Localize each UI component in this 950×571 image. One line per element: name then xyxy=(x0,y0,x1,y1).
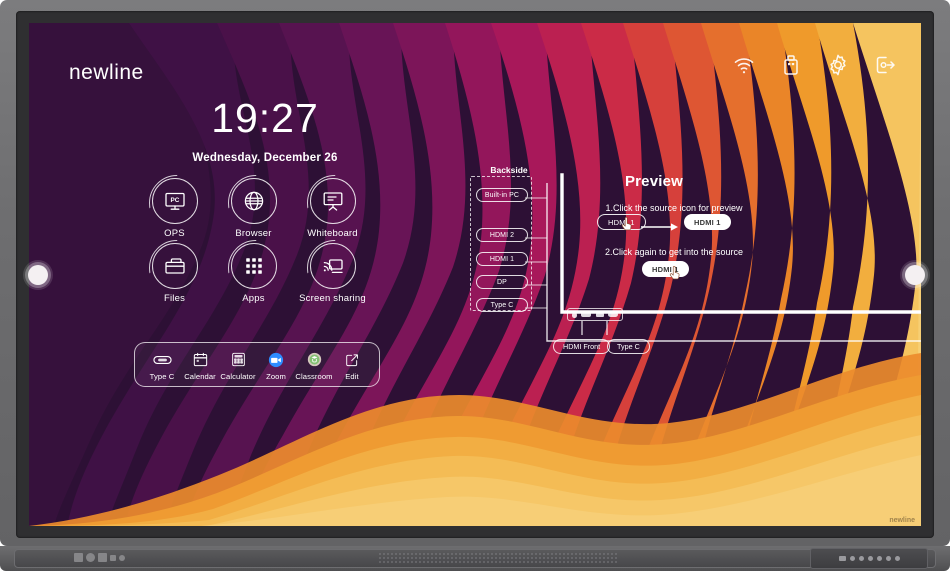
power-icon xyxy=(572,311,578,318)
front-port-strip xyxy=(567,308,623,321)
wifi-icon[interactable] xyxy=(732,53,756,77)
newline-display-device: newline 19:27 Wednesday, December 26 PC … xyxy=(0,0,950,571)
app-label: Files xyxy=(163,293,186,304)
screen-area: newline 19:27 Wednesday, December 26 PC … xyxy=(29,23,921,526)
app-label: Apps xyxy=(242,293,265,304)
dock-label: Edit xyxy=(345,372,359,381)
tap-hand-icon xyxy=(621,217,632,231)
source-pill-hdmi-1[interactable]: HDMI 1 xyxy=(476,252,528,266)
preview-step2-text: 2.Click again to get into the source xyxy=(604,247,744,257)
app-screen-sharing[interactable]: Screen sharing xyxy=(293,243,372,304)
clock-date: Wednesday, December 26 xyxy=(192,152,338,164)
app-files[interactable]: Files xyxy=(135,243,214,304)
dock-item-zoom[interactable]: Zoom xyxy=(257,350,295,381)
control-key-4[interactable] xyxy=(867,556,873,561)
dock-item-classroom[interactable]: Classroom xyxy=(295,350,333,381)
backside-title: Backside xyxy=(490,165,528,175)
preview-source-pill-enter[interactable]: HDMI 1 xyxy=(642,261,689,277)
edit-pencil-icon xyxy=(333,350,371,369)
app-apps[interactable]: Apps xyxy=(214,243,293,304)
ops-pc-icon: PC xyxy=(164,192,185,210)
app-ring xyxy=(309,178,356,224)
status-icon-bar xyxy=(732,53,897,77)
control-key-3[interactable] xyxy=(858,556,864,561)
speaker-grille xyxy=(378,552,618,564)
app-label: Whiteboard xyxy=(307,228,358,239)
whiteboard-icon xyxy=(323,192,342,211)
app-label: Browser xyxy=(235,228,272,239)
source-pill-built-in-pc[interactable]: Built-in PC xyxy=(476,188,528,202)
bottom-indicator-icons xyxy=(74,553,125,562)
front-pill-hdmi-front[interactable]: HDMI Front xyxy=(553,339,611,354)
app-ring xyxy=(309,243,356,289)
dock-label: Zoom xyxy=(266,372,286,381)
clock-time: 19:27 xyxy=(211,95,319,141)
control-key-7[interactable] xyxy=(894,556,900,561)
front-pill-type-c[interactable]: Type C xyxy=(607,339,650,354)
dock-item-edit[interactable]: Edit xyxy=(333,350,371,381)
usb-drive-icon[interactable] xyxy=(779,53,803,77)
control-key-5[interactable] xyxy=(876,556,882,561)
app-browser[interactable]: Browser xyxy=(214,178,293,239)
control-key-2[interactable] xyxy=(849,556,855,561)
dock-label: Calculator xyxy=(220,372,256,381)
calculator-icon xyxy=(219,350,257,369)
source-pill-type-c[interactable]: Type C xyxy=(476,298,528,312)
control-key-1[interactable] xyxy=(838,556,846,561)
dock-bar: Type C Calendar Calculator Zoom Classroo… xyxy=(134,342,380,387)
app-launcher-grid: PC OPS Browser Whiteboard Files Apps Scr… xyxy=(135,178,372,304)
control-key-6[interactable] xyxy=(885,556,891,561)
hdmi-port-icon xyxy=(581,312,592,317)
front-control-panel[interactable] xyxy=(810,548,928,569)
dock-label: Calendar xyxy=(184,372,216,381)
calendar-icon xyxy=(181,350,219,369)
zoom-camera-icon xyxy=(257,350,295,369)
dock-item-calculator[interactable]: Calculator xyxy=(219,350,257,381)
clock-widget: 19:27 Wednesday, December 26 xyxy=(135,95,395,165)
dock-item-type-c[interactable]: Type C xyxy=(143,350,181,381)
app-whiteboard[interactable]: Whiteboard xyxy=(293,178,372,239)
dock-label: Classroom xyxy=(295,372,333,381)
side-button-left[interactable] xyxy=(28,265,48,285)
preview-title: Preview xyxy=(624,173,684,190)
preview-arrow-icon xyxy=(641,223,678,231)
app-ring: PC xyxy=(151,178,198,224)
dock-label: Type C xyxy=(149,372,175,381)
indicator-icon-1 xyxy=(74,553,83,562)
app-label: OPS xyxy=(164,228,185,239)
usb-port-icon xyxy=(595,312,604,317)
app-ops[interactable]: PC OPS xyxy=(135,178,214,239)
app-label: Screen sharing xyxy=(299,293,366,304)
backside-panel: Built-in PC HDMI 2 HDMI 1 DP Type C xyxy=(470,176,532,312)
source-pill-hdmi-2[interactable]: HDMI 2 xyxy=(476,228,528,242)
files-folder-icon xyxy=(164,258,185,274)
app-ring xyxy=(151,243,198,289)
type-c-icon xyxy=(143,350,181,369)
type-c-port-icon xyxy=(607,312,618,317)
preview-source-pill-to[interactable]: HDMI 1 xyxy=(684,214,731,230)
settings-gear-icon[interactable] xyxy=(826,53,850,77)
dock-item-calendar[interactable]: Calendar xyxy=(181,350,219,381)
svg-text:PC: PC xyxy=(170,197,179,204)
app-ring xyxy=(230,178,277,224)
indicator-icon-4 xyxy=(110,554,116,561)
apps-grid-icon xyxy=(245,258,262,274)
logout-icon[interactable] xyxy=(873,53,897,77)
indicator-icon-3 xyxy=(98,553,107,562)
screen-sharing-icon xyxy=(323,259,343,274)
indicator-icon-5 xyxy=(119,554,125,561)
side-button-right[interactable] xyxy=(905,265,925,285)
panel-brandmark: newline xyxy=(889,517,915,524)
newline-logo: newline xyxy=(69,61,144,84)
tap-hand-icon-2 xyxy=(669,266,680,280)
source-pill-dp[interactable]: DP xyxy=(476,275,528,289)
browser-globe-icon xyxy=(244,191,263,211)
indicator-icon-2 xyxy=(86,553,95,562)
app-ring xyxy=(230,243,277,289)
classroom-icon xyxy=(295,350,333,369)
preview-step1-text: 1.Click the source icon for preview xyxy=(605,203,743,213)
